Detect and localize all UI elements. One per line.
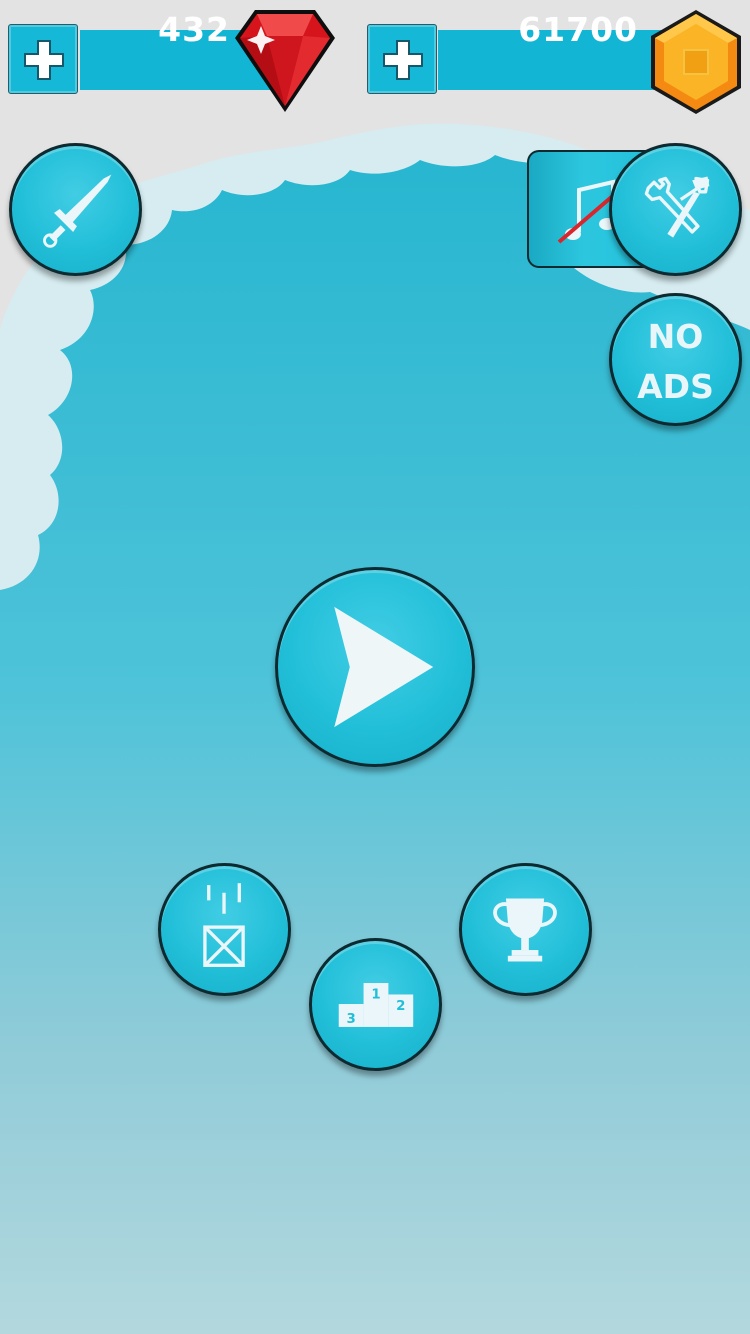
plus-icon (383, 40, 423, 80)
rank-1-label: 1 (371, 987, 380, 1002)
red-gem-icon (235, 10, 335, 112)
coins-count: 61700 (518, 10, 638, 49)
no-ads-button[interactable]: NO ADS (609, 293, 742, 426)
no-ads-line2: ADS (637, 367, 714, 406)
gold-hexagon-coin-icon (651, 10, 741, 114)
gems-count: 432 (158, 10, 230, 49)
falling-crate-icon (203, 883, 245, 967)
sword-icon (43, 174, 112, 248)
play-icon (334, 606, 434, 728)
podium-icon: 1 2 3 (338, 983, 414, 1027)
achievements-button[interactable] (459, 863, 592, 996)
weapon-button[interactable] (9, 143, 142, 276)
crate-button[interactable] (158, 863, 291, 996)
no-ads-line1: NO (647, 317, 704, 356)
add-gems-button[interactable] (8, 24, 78, 94)
add-coins-button[interactable] (367, 24, 437, 94)
rank-2-label: 2 (396, 999, 405, 1014)
settings-button[interactable] (609, 143, 742, 276)
no-ads-label: NO ADS (612, 312, 739, 412)
leaderboard-button[interactable]: 1 2 3 (309, 938, 442, 1071)
rank-3-label: 3 (347, 1012, 356, 1027)
play-button[interactable] (275, 567, 475, 767)
trophy-icon (493, 898, 557, 962)
wrench-hammer-icon (644, 176, 710, 238)
plus-icon (24, 40, 64, 80)
